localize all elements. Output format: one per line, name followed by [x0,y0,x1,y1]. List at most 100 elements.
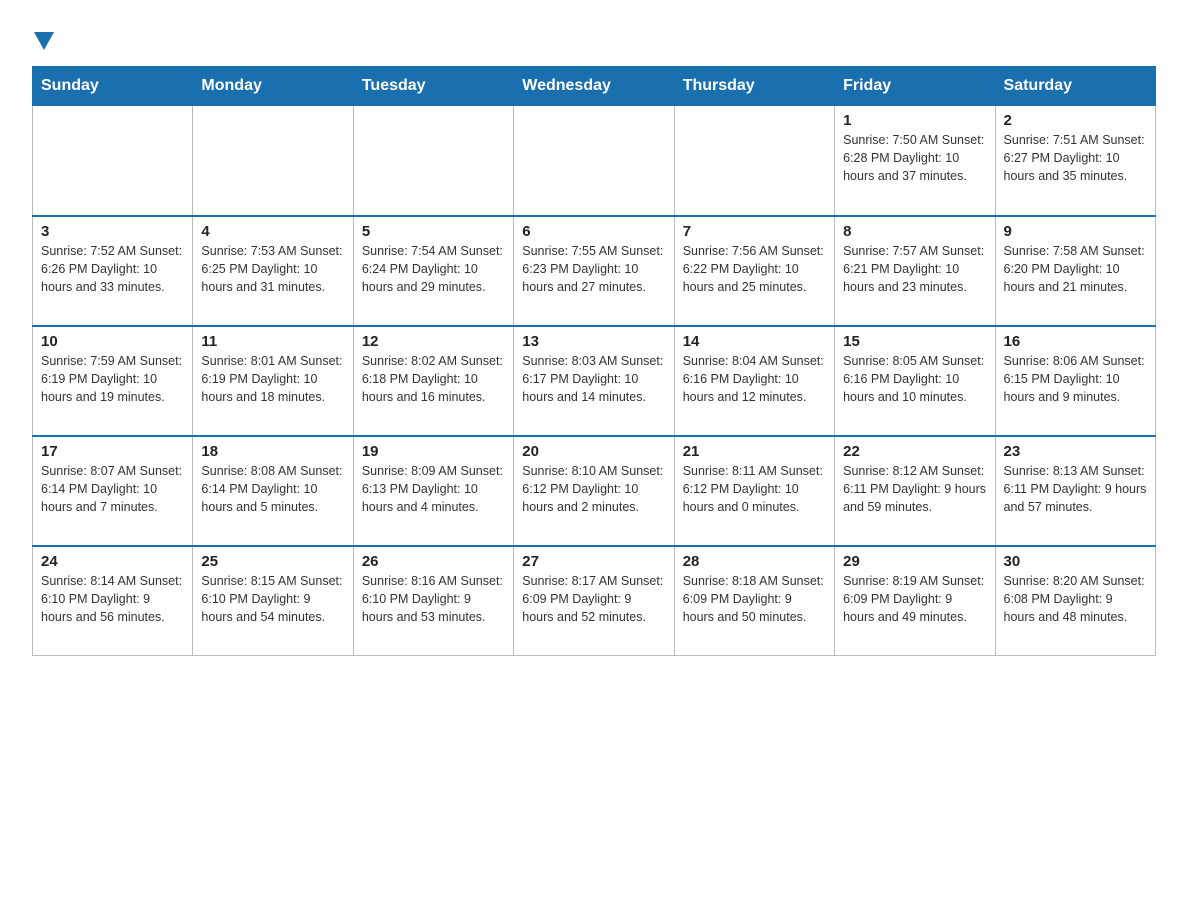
day-info: Sunrise: 8:03 AM Sunset: 6:17 PM Dayligh… [522,352,665,406]
day-number: 23 [1004,443,1147,460]
calendar-cell: 4 Sunrise: 7:53 AM Sunset: 6:25 PM Daylig… [193,216,353,326]
day-number: 25 [201,553,344,570]
calendar-cell: 8 Sunrise: 7:57 AM Sunset: 6:21 PM Daylig… [835,216,995,326]
day-number: 29 [843,553,986,570]
calendar-cell: 17 Sunrise: 8:07 AM Sunset: 6:14 PM Dayli… [33,436,193,546]
calendar-cell: 5 Sunrise: 7:54 AM Sunset: 6:24 PM Daylig… [353,216,513,326]
day-info: Sunrise: 7:52 AM Sunset: 6:26 PM Dayligh… [41,242,184,296]
calendar-cell: 16 Sunrise: 8:06 AM Sunset: 6:15 PM Dayli… [995,326,1155,436]
calendar-cell: 29 Sunrise: 8:19 AM Sunset: 6:09 PM Dayli… [835,546,995,656]
logo [32,24,54,50]
weekday-header-monday: Monday [193,67,353,106]
day-info: Sunrise: 8:12 AM Sunset: 6:11 PM Dayligh… [843,462,986,516]
day-number: 7 [683,223,826,240]
day-number: 11 [201,333,344,350]
day-number: 5 [362,223,505,240]
day-number: 12 [362,333,505,350]
day-number: 24 [41,553,184,570]
day-info: Sunrise: 8:20 AM Sunset: 6:08 PM Dayligh… [1004,572,1147,626]
day-number: 15 [843,333,986,350]
day-info: Sunrise: 8:19 AM Sunset: 6:09 PM Dayligh… [843,572,986,626]
calendar-cell: 20 Sunrise: 8:10 AM Sunset: 6:12 PM Dayli… [514,436,674,546]
day-number: 13 [522,333,665,350]
day-number: 2 [1004,112,1147,129]
day-info: Sunrise: 8:02 AM Sunset: 6:18 PM Dayligh… [362,352,505,406]
weekday-header-tuesday: Tuesday [353,67,513,106]
day-info: Sunrise: 7:59 AM Sunset: 6:19 PM Dayligh… [41,352,184,406]
day-number: 30 [1004,553,1147,570]
day-number: 10 [41,333,184,350]
calendar-cell: 7 Sunrise: 7:56 AM Sunset: 6:22 PM Daylig… [674,216,834,326]
day-number: 21 [683,443,826,460]
day-number: 4 [201,223,344,240]
day-info: Sunrise: 7:57 AM Sunset: 6:21 PM Dayligh… [843,242,986,296]
weekday-header-wednesday: Wednesday [514,67,674,106]
calendar-week-row: 3 Sunrise: 7:52 AM Sunset: 6:26 PM Daylig… [33,216,1156,326]
calendar-week-row: 1Sunrise: 7:50 AM Sunset: 6:28 PM Daylig… [33,106,1156,216]
day-info: Sunrise: 7:58 AM Sunset: 6:20 PM Dayligh… [1004,242,1147,296]
calendar-cell: 2 Sunrise: 7:51 AM Sunset: 6:27 PM Daylig… [995,106,1155,216]
day-number: 20 [522,443,665,460]
calendar-week-row: 17 Sunrise: 8:07 AM Sunset: 6:14 PM Dayli… [33,436,1156,546]
calendar-cell: 14Sunrise: 8:04 AM Sunset: 6:16 PM Dayli… [674,326,834,436]
weekday-header-friday: Friday [835,67,995,106]
day-number: 6 [522,223,665,240]
day-info: Sunrise: 8:01 AM Sunset: 6:19 PM Dayligh… [201,352,344,406]
day-info: Sunrise: 7:56 AM Sunset: 6:22 PM Dayligh… [683,242,826,296]
day-number: 8 [843,223,986,240]
day-info: Sunrise: 8:04 AM Sunset: 6:16 PM Dayligh… [683,352,826,406]
calendar-cell [33,106,193,216]
day-info: Sunrise: 8:10 AM Sunset: 6:12 PM Dayligh… [522,462,665,516]
day-number: 18 [201,443,344,460]
calendar-cell: 10 Sunrise: 7:59 AM Sunset: 6:19 PM Dayli… [33,326,193,436]
calendar-cell: 27 Sunrise: 8:17 AM Sunset: 6:09 PM Dayli… [514,546,674,656]
calendar-cell: 23 Sunrise: 8:13 AM Sunset: 6:11 PM Dayli… [995,436,1155,546]
day-number: 26 [362,553,505,570]
calendar-header-row: SundayMondayTuesdayWednesdayThursdayFrid… [33,67,1156,106]
day-number: 19 [362,443,505,460]
calendar-week-row: 24 Sunrise: 8:14 AM Sunset: 6:10 PM Dayli… [33,546,1156,656]
day-number: 22 [843,443,986,460]
day-info: Sunrise: 8:09 AM Sunset: 6:13 PM Dayligh… [362,462,505,516]
calendar-cell [674,106,834,216]
day-number: 28 [683,553,826,570]
day-info: Sunrise: 8:14 AM Sunset: 6:10 PM Dayligh… [41,572,184,626]
day-info: Sunrise: 7:50 AM Sunset: 6:28 PM Dayligh… [843,131,986,185]
day-info: Sunrise: 7:53 AM Sunset: 6:25 PM Dayligh… [201,242,344,296]
calendar-cell: 30 Sunrise: 8:20 AM Sunset: 6:08 PM Dayli… [995,546,1155,656]
day-number: 3 [41,223,184,240]
calendar-cell: 22 Sunrise: 8:12 AM Sunset: 6:11 PM Dayli… [835,436,995,546]
calendar-cell: 13 Sunrise: 8:03 AM Sunset: 6:17 PM Dayli… [514,326,674,436]
day-info: Sunrise: 8:05 AM Sunset: 6:16 PM Dayligh… [843,352,986,406]
weekday-header-thursday: Thursday [674,67,834,106]
weekday-header-saturday: Saturday [995,67,1155,106]
day-info: Sunrise: 8:06 AM Sunset: 6:15 PM Dayligh… [1004,352,1147,406]
calendar-cell: 15 Sunrise: 8:05 AM Sunset: 6:16 PM Dayli… [835,326,995,436]
logo-arrow-icon [34,32,54,50]
day-info: Sunrise: 7:55 AM Sunset: 6:23 PM Dayligh… [522,242,665,296]
day-info: Sunrise: 7:54 AM Sunset: 6:24 PM Dayligh… [362,242,505,296]
day-info: Sunrise: 8:17 AM Sunset: 6:09 PM Dayligh… [522,572,665,626]
calendar-cell: 24 Sunrise: 8:14 AM Sunset: 6:10 PM Dayli… [33,546,193,656]
calendar-cell: 3 Sunrise: 7:52 AM Sunset: 6:26 PM Daylig… [33,216,193,326]
calendar-cell: 11 Sunrise: 8:01 AM Sunset: 6:19 PM Dayli… [193,326,353,436]
day-info: Sunrise: 8:15 AM Sunset: 6:10 PM Dayligh… [201,572,344,626]
day-info: Sunrise: 8:07 AM Sunset: 6:14 PM Dayligh… [41,462,184,516]
calendar-table: SundayMondayTuesdayWednesdayThursdayFrid… [32,66,1156,656]
day-number: 17 [41,443,184,460]
calendar-cell: 26 Sunrise: 8:16 AM Sunset: 6:10 PM Dayli… [353,546,513,656]
day-number: 16 [1004,333,1147,350]
day-info: Sunrise: 7:51 AM Sunset: 6:27 PM Dayligh… [1004,131,1147,185]
calendar-week-row: 10 Sunrise: 7:59 AM Sunset: 6:19 PM Dayli… [33,326,1156,436]
calendar-cell [514,106,674,216]
page-header [32,24,1156,50]
calendar-cell: 1Sunrise: 7:50 AM Sunset: 6:28 PM Daylig… [835,106,995,216]
day-number: 27 [522,553,665,570]
calendar-cell [353,106,513,216]
weekday-header-sunday: Sunday [33,67,193,106]
calendar-cell: 21Sunrise: 8:11 AM Sunset: 6:12 PM Dayli… [674,436,834,546]
day-info: Sunrise: 8:16 AM Sunset: 6:10 PM Dayligh… [362,572,505,626]
calendar-cell: 25 Sunrise: 8:15 AM Sunset: 6:10 PM Dayli… [193,546,353,656]
day-info: Sunrise: 8:13 AM Sunset: 6:11 PM Dayligh… [1004,462,1147,516]
calendar-cell [193,106,353,216]
